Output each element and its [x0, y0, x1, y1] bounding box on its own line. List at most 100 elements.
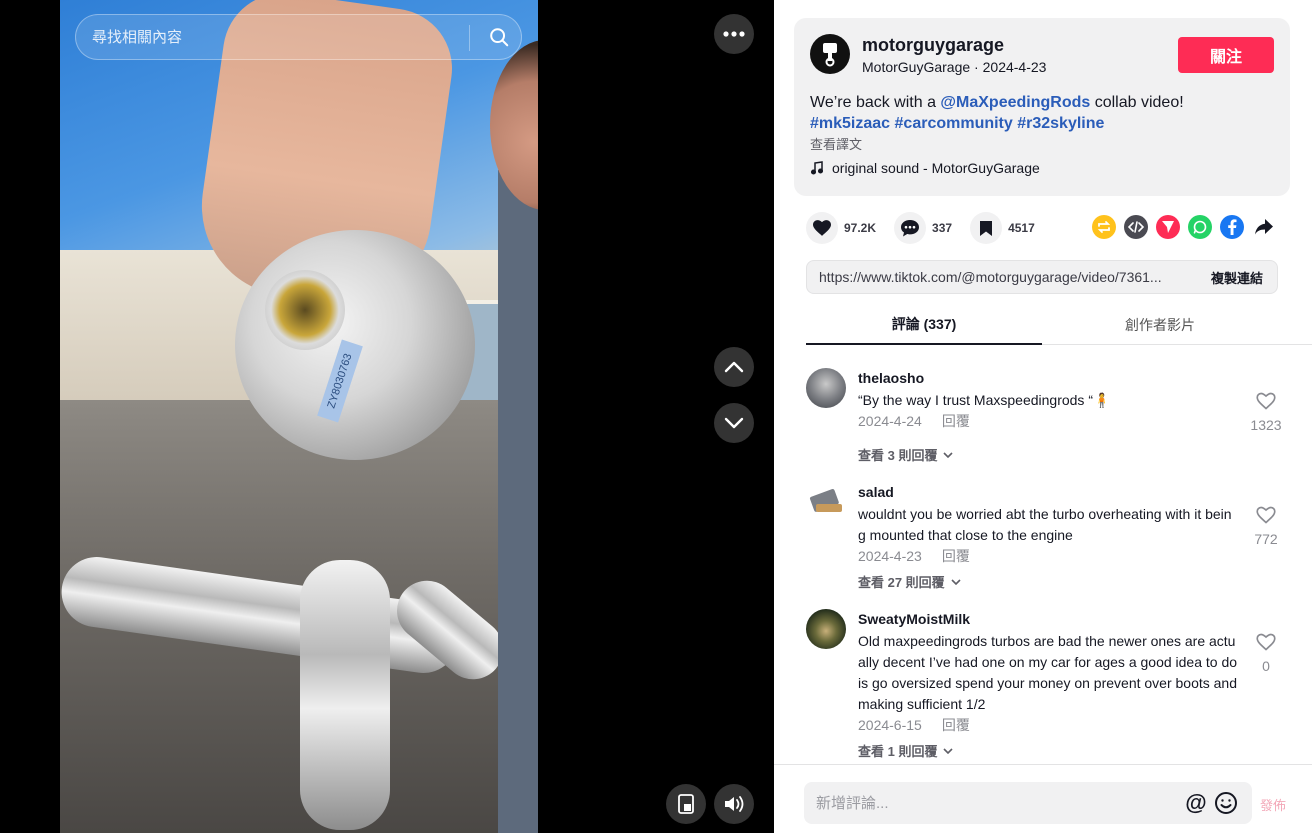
- author-separator: ·: [970, 59, 983, 75]
- view-replies-button[interactable]: 查看 27 則回覆: [858, 572, 961, 591]
- video-turbo-inlet: [265, 270, 345, 350]
- comment-composer: @ 發佈: [774, 764, 1312, 833]
- like-action[interactable]: 97.2K: [806, 212, 876, 244]
- commenter-avatar[interactable]: [806, 482, 846, 522]
- author-display-name[interactable]: MotorGuyGarage: [862, 59, 970, 75]
- hashtag-link[interactable]: #carcommunity: [895, 115, 1013, 132]
- video-search-input[interactable]: [92, 15, 462, 59]
- like-count: 97.2K: [844, 221, 877, 235]
- tab-creator-videos[interactable]: 創作者影片: [1042, 305, 1278, 344]
- comment-button[interactable]: [894, 212, 927, 244]
- facebook-icon: [1228, 219, 1237, 235]
- comment-count: 337: [932, 221, 953, 235]
- video-search-box[interactable]: [75, 14, 522, 60]
- caption-text: collab video!: [1090, 94, 1184, 111]
- emoji-icon: [1215, 792, 1237, 814]
- tiktok-video-page: ZY8030763 moto: [0, 0, 1312, 833]
- caption-text: We’re back with a: [810, 94, 941, 111]
- hashtag-link[interactable]: #r32skyline: [1017, 115, 1104, 132]
- comment-bubble-icon: [901, 219, 920, 236]
- comment-meta: 2024-4-24 回覆: [858, 411, 970, 431]
- tab-comments[interactable]: 評論 (337): [806, 305, 1042, 345]
- video-description-card: motorguygarage MotorGuyGarage · 2024-4-2…: [794, 18, 1290, 196]
- more-options-button[interactable]: [714, 14, 754, 54]
- search-divider: [469, 25, 470, 51]
- whatsapp-share-button[interactable]: [1188, 215, 1212, 239]
- post-comment-button[interactable]: 發佈: [1260, 795, 1286, 814]
- volume-button[interactable]: [714, 784, 754, 824]
- embed-code-icon: [1128, 221, 1144, 233]
- heart-outline-icon: [1256, 633, 1276, 651]
- piston-logo-icon: [823, 43, 837, 67]
- chevron-down-icon: [943, 451, 954, 458]
- commenter-avatar[interactable]: [806, 609, 846, 649]
- reply-button[interactable]: 回覆: [942, 717, 970, 733]
- paper-plane-icon: [1162, 221, 1174, 233]
- video-url[interactable]: https://www.tiktok.com/@motorguygarage/v…: [819, 269, 1184, 285]
- commenter-username[interactable]: SweatyMoistMilk: [858, 611, 970, 627]
- mention-link[interactable]: @MaXpeedingRods: [940, 94, 1090, 111]
- comment-meta: 2024-6-15 回覆: [858, 715, 970, 735]
- comment-like[interactable]: 772: [1244, 506, 1288, 547]
- emoji-button[interactable]: [1214, 791, 1238, 815]
- share-icons: [1092, 215, 1276, 239]
- author-avatar[interactable]: [810, 34, 850, 74]
- save-button[interactable]: [970, 212, 1003, 244]
- chevron-down-icon: [943, 747, 954, 754]
- comment-text: wouldnt you be worried abt the turbo ove…: [858, 506, 1232, 543]
- music-note-icon: [810, 161, 824, 175]
- avatar-image-icon: [809, 489, 842, 512]
- send-to-friends-button[interactable]: [1156, 215, 1180, 239]
- view-replies-label: 查看 1 則回覆: [858, 744, 938, 759]
- save-action[interactable]: 4517: [970, 212, 1035, 244]
- commenter-username[interactable]: salad: [858, 484, 894, 500]
- copy-link-button[interactable]: 複製連結: [1197, 261, 1277, 293]
- reply-button[interactable]: 回覆: [942, 413, 970, 429]
- miniplayer-button[interactable]: [666, 784, 706, 824]
- search-icon: [490, 28, 509, 47]
- heart-icon: [813, 220, 831, 236]
- comment-action[interactable]: 337: [894, 212, 952, 244]
- comment-like[interactable]: 0: [1244, 633, 1288, 674]
- reply-button[interactable]: 回覆: [942, 548, 970, 564]
- view-replies-button[interactable]: 查看 3 則回覆: [858, 445, 954, 464]
- mention-button[interactable]: @: [1184, 791, 1208, 815]
- more-share-button[interactable]: [1252, 215, 1276, 239]
- follow-button[interactable]: 關注: [1178, 37, 1274, 73]
- panel-tabs: 評論 (337) 創作者影片: [806, 305, 1312, 345]
- comment-text: Old maxpeedingrods turbos are bad the ne…: [858, 633, 1238, 712]
- comment-like[interactable]: 1323: [1244, 392, 1288, 433]
- author-username[interactable]: motorguygarage: [862, 35, 1004, 56]
- embed-button[interactable]: [1124, 215, 1148, 239]
- music-link[interactable]: original sound - MotorGuyGarage: [810, 160, 1040, 176]
- commenter-username[interactable]: thelaosho: [858, 370, 924, 386]
- comment-input-box[interactable]: @: [804, 782, 1252, 824]
- hashtag-link[interactable]: #mk5izaac: [810, 115, 890, 132]
- comment-input[interactable]: [816, 782, 1176, 824]
- like-button[interactable]: [806, 212, 838, 244]
- repost-button[interactable]: [1092, 215, 1116, 239]
- search-button[interactable]: [476, 15, 522, 59]
- video-link-bar: https://www.tiktok.com/@motorguygarage/v…: [806, 260, 1278, 294]
- previous-video-button[interactable]: [714, 347, 754, 387]
- see-translation-link[interactable]: 查看譯文: [810, 134, 862, 153]
- facebook-share-button[interactable]: [1220, 215, 1244, 239]
- chevron-up-icon: [724, 361, 744, 373]
- chevron-down-icon: [951, 578, 961, 585]
- bookmark-icon: [980, 220, 993, 236]
- video-player[interactable]: ZY8030763: [0, 0, 774, 833]
- next-video-button[interactable]: [714, 403, 754, 443]
- repost-icon: [1097, 221, 1111, 233]
- view-replies-button[interactable]: 查看 1 則回覆: [858, 741, 954, 760]
- view-replies-label: 查看 27 則回覆: [858, 575, 945, 590]
- comment-date: 2024-4-23: [858, 548, 922, 564]
- view-replies-label: 查看 3 則回覆: [858, 448, 938, 463]
- comment-meta: 2024-4-23 回覆: [858, 546, 970, 566]
- video-frame[interactable]: ZY8030763: [60, 0, 538, 833]
- heart-outline-icon: [1256, 506, 1276, 524]
- video-exhaust-pipe: [300, 560, 390, 830]
- share-arrow-icon: [1255, 219, 1273, 235]
- engagement-actions: 97.2K 337 4517: [806, 212, 1053, 244]
- commenter-avatar[interactable]: [806, 368, 846, 408]
- side-panel: motorguygarage MotorGuyGarage · 2024-4-2…: [774, 0, 1312, 833]
